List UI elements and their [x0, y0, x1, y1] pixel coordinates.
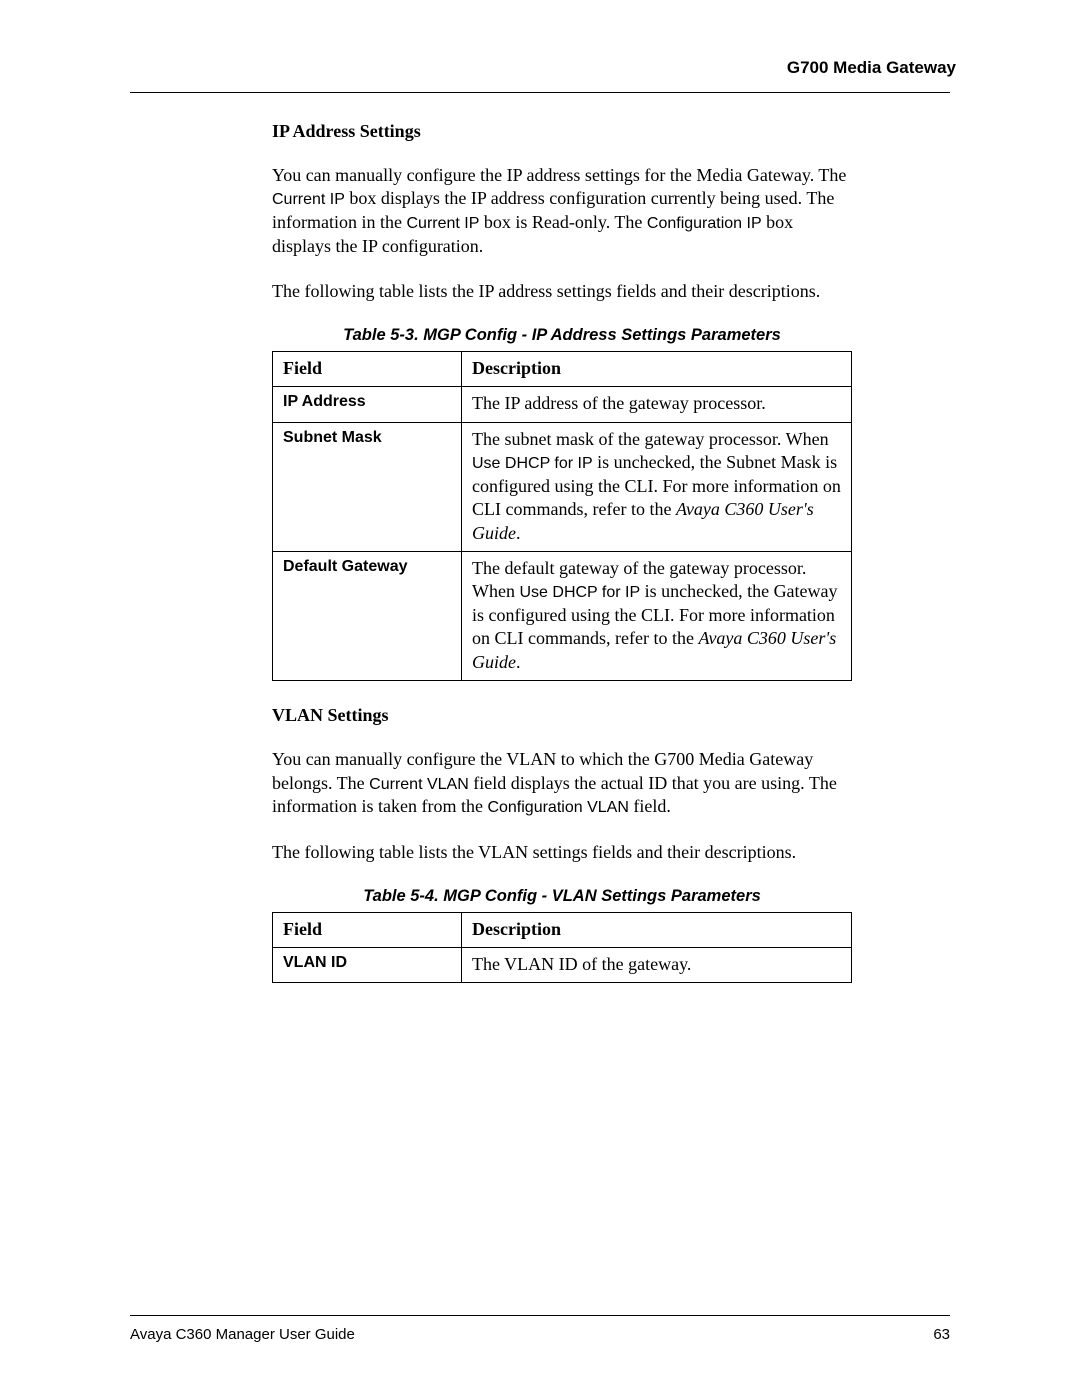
section-heading-vlan: VLAN Settings [272, 705, 852, 726]
col-description: Description [462, 912, 852, 947]
table-caption-vlan: Table 5-4. MGP Config - VLAN Settings Pa… [272, 887, 852, 906]
text: . [516, 652, 521, 672]
section-heading-ip: IP Address Settings [272, 121, 852, 142]
field-desc: The IP address of the gateway processor. [462, 387, 852, 422]
footer-rule [130, 1315, 950, 1316]
page-number: 63 [933, 1326, 950, 1343]
field-desc: The default gateway of the gateway proce… [462, 551, 852, 680]
col-field: Field [273, 912, 462, 947]
ip-paragraph-1: You can manually configure the IP addres… [272, 164, 852, 258]
field-name: VLAN ID [273, 948, 462, 983]
ip-paragraph-2: The following table lists the IP address… [272, 280, 852, 303]
vlan-paragraph-1: You can manually configure the VLAN to w… [272, 748, 852, 819]
text: . [516, 523, 521, 543]
table-header-row: Field Description [273, 351, 852, 386]
vlan-paragraph-2: The following table lists the VLAN setti… [272, 841, 852, 864]
footer-guide-title: Avaya C360 Manager User Guide [130, 1326, 355, 1343]
text: The subnet mask of the gateway processor… [472, 429, 829, 449]
ui-term: Current IP [406, 215, 479, 232]
col-field: Field [273, 351, 462, 386]
page-footer: Avaya C360 Manager User Guide 63 [130, 1315, 950, 1343]
ui-term: Current VLAN [369, 776, 469, 793]
ui-term: Configuration VLAN [487, 799, 628, 816]
table-caption-ip: Table 5-3. MGP Config - IP Address Setti… [272, 326, 852, 345]
table-row: IP Address The IP address of the gateway… [273, 387, 852, 422]
ip-settings-table: Field Description IP Address The IP addr… [272, 351, 852, 682]
vlan-settings-table: Field Description VLAN ID The VLAN ID of… [272, 912, 852, 984]
table-row: VLAN ID The VLAN ID of the gateway. [273, 948, 852, 983]
text: field. [629, 796, 671, 816]
ui-term: Use DHCP for IP [519, 584, 640, 601]
table-row: Default Gateway The default gateway of t… [273, 551, 852, 680]
field-name: Default Gateway [273, 551, 462, 680]
ui-term: Use DHCP for IP [472, 455, 593, 472]
text: box is Read-only. The [479, 212, 646, 232]
running-header: G700 Media Gateway [130, 58, 956, 78]
table-header-row: Field Description [273, 912, 852, 947]
text: You can manually configure the IP addres… [272, 165, 846, 185]
content-column: IP Address Settings You can manually con… [130, 93, 852, 983]
col-description: Description [462, 351, 852, 386]
field-name: IP Address [273, 387, 462, 422]
field-name: Subnet Mask [273, 422, 462, 551]
page: G700 Media Gateway IP Address Settings Y… [0, 0, 1080, 1397]
table-row: Subnet Mask The subnet mask of the gatew… [273, 422, 852, 551]
ui-term: Current IP [272, 191, 345, 208]
footer-row: Avaya C360 Manager User Guide 63 [130, 1326, 950, 1343]
field-desc: The VLAN ID of the gateway. [462, 948, 852, 983]
field-desc: The subnet mask of the gateway processor… [462, 422, 852, 551]
ui-term: Configuration IP [647, 215, 762, 232]
